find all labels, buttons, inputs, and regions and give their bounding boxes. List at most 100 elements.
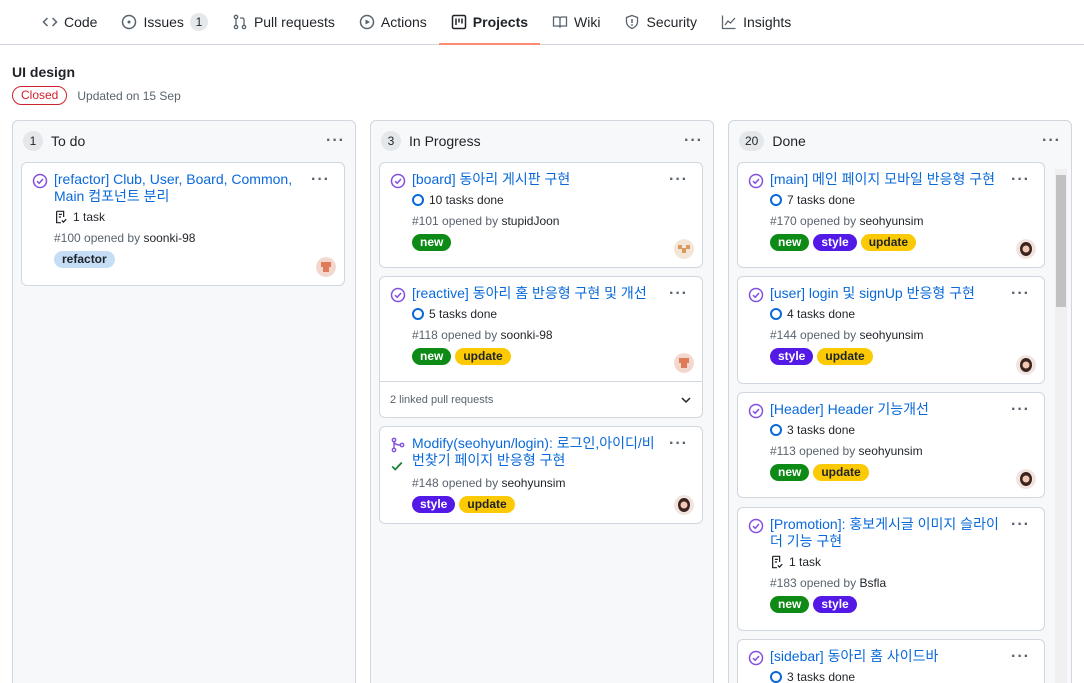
tab-security[interactable]: Security [612,0,709,44]
card[interactable]: ··· [Promotion]: 홍보게시글 이미지 슬라이더 기능 구현 1 … [737,507,1045,631]
avatar[interactable] [1016,239,1036,259]
graph-icon [721,14,737,30]
label-new[interactable]: new [770,596,810,613]
card[interactable]: ··· [board] 동아리 게시판 구현 10 tasks done #10… [379,162,703,268]
author-link[interactable]: seohyunsim [859,214,923,228]
task-text: 1 task [73,210,106,224]
kebab-horizontal-icon[interactable]: ··· [1011,402,1030,418]
avatar[interactable] [674,239,694,259]
avatar[interactable] [1016,469,1036,489]
kebab-horizontal-icon[interactable]: ··· [1011,286,1030,302]
kebab-horizontal-icon[interactable]: ··· [1042,133,1061,149]
column-name: To do [51,133,86,149]
issue-closed-icon [748,518,764,534]
tab-code[interactable]: Code [30,0,109,44]
label-refactor[interactable]: refactor [54,251,115,268]
kebab-horizontal-icon[interactable]: ··· [669,436,688,452]
code-icon [42,14,58,30]
tab-label: Code [64,14,98,30]
kebab-horizontal-icon[interactable]: ··· [311,172,330,188]
label-style[interactable]: style [813,234,857,251]
opened-by: #170 opened by seohyunsim [770,214,1034,228]
label-update[interactable]: update [455,348,511,365]
card-title[interactable]: [board] 동아리 게시판 구현 [412,171,692,188]
card-title[interactable]: [reactive] 동아리 홈 반응형 구현 및 개선 [412,285,692,302]
linked-pull-requests[interactable]: 2 linked pull requests [380,381,702,417]
task-count: 10 tasks done [412,193,692,207]
scrollbar[interactable] [1055,169,1067,683]
label-new[interactable]: new [770,464,810,481]
column-header: 20 Done ··· [729,121,1071,161]
label-update[interactable]: update [813,464,869,481]
card[interactable]: ··· [main] 메인 페이지 모바일 반응형 구현 7 tasks don… [737,162,1045,268]
issue-number: #100 opened by [54,231,141,245]
project-header: UI design Closed Updated on 15 Sep [12,64,181,105]
card[interactable]: ··· [Header] Header 기능개선 3 tasks done #1… [737,392,1045,498]
kebab-horizontal-icon[interactable]: ··· [669,286,688,302]
card-title[interactable]: Modify(seohyun/login): 로그인,아이디/비번찾기 페이지 … [412,435,692,469]
kebab-horizontal-icon[interactable]: ··· [326,133,345,149]
author-link[interactable]: soonki-98 [143,231,195,245]
scrollbar-thumb[interactable] [1056,175,1066,307]
label-style[interactable]: style [770,348,814,365]
issue-closed-icon [748,403,764,419]
author-link[interactable]: stupidJoon [501,214,559,228]
column-in-progress: 3 In Progress ··· ··· [board] 동아리 게시판 구현… [370,120,714,683]
tab-insights[interactable]: Insights [709,0,803,44]
card[interactable]: ··· Modify(seohyun/login): 로그인,아이디/비번찾기 … [379,426,703,524]
labels: new style update [770,234,1034,251]
card[interactable]: ··· [sidebar] 동아리 홈 사이드바 3 tasks done [737,639,1045,683]
author-link[interactable]: seohyunsim [859,328,923,342]
card[interactable]: ··· [refactor] Club, User, Board, Common… [21,162,345,286]
author-link[interactable]: seohyunsim [859,444,923,458]
kebab-horizontal-icon[interactable]: ··· [684,133,703,149]
author-link[interactable]: seohyunsim [501,476,565,490]
card-title[interactable]: [sidebar] 동아리 홈 사이드바 [770,648,1034,665]
kebab-horizontal-icon[interactable]: ··· [669,172,688,188]
label-new[interactable]: new [412,234,452,251]
card-title[interactable]: [refactor] Club, User, Board, Common, Ma… [54,171,334,205]
kebab-horizontal-icon[interactable]: ··· [1011,649,1030,665]
task-count: 1 task [770,555,1034,569]
label-style[interactable]: style [412,496,456,513]
avatar[interactable] [316,257,336,277]
avatar[interactable] [1016,355,1036,375]
avatar[interactable] [674,495,694,515]
tab-pull-requests[interactable]: Pull requests [220,0,347,44]
tab-projects[interactable]: Projects [438,0,541,45]
label-new[interactable]: new [412,348,452,365]
label-update[interactable]: update [817,348,873,365]
shield-icon [624,14,640,30]
task-count: 5 tasks done [412,307,692,321]
label-update[interactable]: update [459,496,515,513]
label-style[interactable]: style [813,596,857,613]
label-update[interactable]: update [860,234,917,251]
avatar[interactable] [674,353,694,373]
card-title[interactable]: [Promotion]: 홍보게시글 이미지 슬라이더 기능 구현 [770,516,1034,550]
opened-by: #144 opened by seohyunsim [770,328,1034,342]
label-new[interactable]: new [770,234,810,251]
issue-closed-icon [390,173,406,189]
card-title[interactable]: [Header] Header 기능개선 [770,401,1034,418]
issues-counter: 1 [189,13,208,31]
labels: style update [770,348,1034,365]
card-title[interactable]: [user] login 및 signUp 반응형 구현 [770,285,1034,302]
git-pull-request-icon [232,14,248,30]
task-text: 7 tasks done [787,193,856,207]
issue-closed-icon [32,173,48,189]
tab-issues[interactable]: Issues 1 [109,0,219,44]
card[interactable]: ··· [reactive] 동아리 홈 반응형 구현 및 개선 5 tasks… [379,276,703,418]
kebab-horizontal-icon[interactable]: ··· [1011,172,1030,188]
card[interactable]: ··· [user] login 및 signUp 반응형 구현 4 tasks… [737,276,1045,384]
tab-actions[interactable]: Actions [347,0,439,44]
tab-wiki[interactable]: Wiki [540,0,612,44]
kebab-horizontal-icon[interactable]: ··· [1011,517,1030,533]
author-link[interactable]: soonki-98 [501,328,553,342]
author-link[interactable]: Bsfla [859,576,886,590]
opened-by: #118 opened by soonki-98 [412,328,692,342]
card-title[interactable]: [main] 메인 페이지 모바일 반응형 구현 [770,171,1034,188]
task-count: 3 tasks done [770,670,1034,683]
column-name: In Progress [409,133,481,149]
column-header: 1 To do ··· [13,121,355,161]
progress-ring-icon [770,308,782,320]
